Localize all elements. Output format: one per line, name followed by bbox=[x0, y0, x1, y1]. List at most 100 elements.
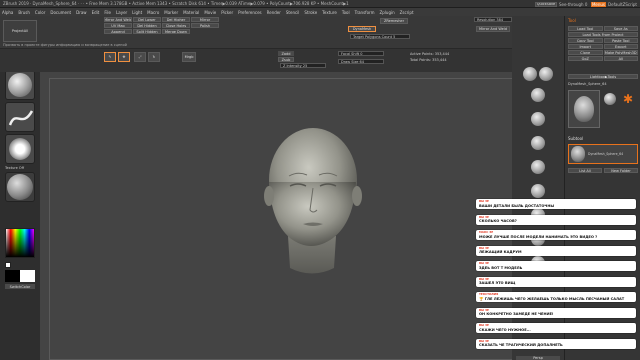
load-tool-button[interactable]: Load Tool bbox=[568, 26, 603, 31]
menu-brush[interactable]: Brush bbox=[18, 10, 30, 15]
aahalf-icon[interactable] bbox=[531, 160, 545, 174]
zoom-ball-icon[interactable] bbox=[539, 67, 553, 81]
chat-message: ВЫ ЗЕ ЗАШЕЛ ЭТО ВИЩ bbox=[476, 276, 636, 287]
menu-alpha[interactable]: Alpha bbox=[2, 10, 13, 15]
menu-color[interactable]: Color bbox=[35, 10, 45, 15]
goz-button[interactable]: GoZ bbox=[568, 56, 603, 61]
brush-thumbnail[interactable] bbox=[5, 70, 35, 100]
material-thumbnail[interactable] bbox=[5, 172, 35, 202]
switchcolor-button[interactable]: SwitchColor bbox=[5, 284, 35, 289]
alpha-thumbnail[interactable] bbox=[5, 134, 35, 164]
mirror-weld-button[interactable]: Mirror And Weld bbox=[104, 17, 132, 22]
move-button[interactable]: ✥ bbox=[118, 52, 130, 62]
menu-movie[interactable]: Movie bbox=[204, 10, 216, 15]
all-button[interactable]: All bbox=[603, 56, 638, 61]
menu-material[interactable]: Material bbox=[183, 10, 199, 15]
rotate-button[interactable]: ↻ bbox=[148, 52, 160, 62]
see-through-slider[interactable]: See-through 0 bbox=[559, 2, 589, 7]
head-model[interactable] bbox=[40, 72, 512, 360]
new-folder-button[interactable]: New Folder bbox=[604, 168, 638, 173]
chat-message: ВЫ ЗЕ ЗДЕЬ ВОТ Т МОДЕЛЬ bbox=[476, 261, 636, 272]
menu-stencil[interactable]: Stencil bbox=[286, 10, 300, 15]
tool-buttons: Load Tool Save As Load Tools From Projec… bbox=[568, 26, 638, 61]
zsub-button[interactable]: Zsub bbox=[278, 57, 294, 62]
mirror-and-weld-top-button[interactable]: Mirror And Weld bbox=[476, 26, 510, 32]
export-button[interactable]: Export bbox=[603, 44, 638, 49]
menu-zplugin[interactable]: Zplugin bbox=[380, 10, 395, 15]
menu-stroke[interactable]: Stroke bbox=[304, 10, 317, 15]
uvmap-button[interactable]: UV Map bbox=[104, 23, 132, 28]
right-shelf-icons bbox=[516, 88, 560, 270]
save-as-button[interactable]: Save As bbox=[603, 26, 638, 31]
menu-tool[interactable]: Tool bbox=[342, 10, 350, 15]
zoom-icon[interactable] bbox=[531, 112, 545, 126]
resolution-slider[interactable]: Resolution 384 bbox=[474, 17, 512, 22]
import-button[interactable]: Import bbox=[568, 44, 603, 49]
menu-preferences[interactable]: Preferences bbox=[238, 10, 262, 15]
canvas-viewport[interactable] bbox=[40, 72, 515, 360]
subtool-header[interactable]: Subtool bbox=[568, 136, 583, 141]
persp-button[interactable]: Persp bbox=[516, 356, 560, 360]
draw-button[interactable]: ✎ bbox=[104, 52, 116, 62]
standard-brush-icon bbox=[8, 73, 32, 97]
stroke-thumbnail[interactable] bbox=[5, 102, 35, 132]
menu-edit[interactable]: Edit bbox=[92, 10, 100, 15]
split-hidden-button[interactable]: Split Hidden bbox=[133, 29, 161, 34]
focal-shift-slider[interactable]: Focal Shift 0 bbox=[338, 51, 384, 56]
lightbox-tools-button[interactable]: Lightbox▶Tools bbox=[568, 74, 638, 79]
close-holes-button[interactable]: Close Holes bbox=[162, 23, 190, 28]
frame-icon[interactable] bbox=[531, 184, 545, 198]
menus-button[interactable]: Menus bbox=[590, 1, 607, 7]
append-button[interactable]: Append bbox=[104, 29, 132, 34]
draw-size-slider[interactable]: Draw Size 64 bbox=[338, 59, 384, 64]
menu-render[interactable]: Render bbox=[267, 10, 281, 15]
tool-thumbnail-sphere[interactable] bbox=[602, 90, 618, 108]
tool-thumbnail-head[interactable] bbox=[568, 90, 600, 128]
del-lower-button[interactable]: Del Lower bbox=[133, 17, 161, 22]
primary-color-swatch[interactable] bbox=[5, 270, 20, 282]
menu-draw[interactable]: Draw bbox=[76, 10, 86, 15]
menu-light[interactable]: Light bbox=[132, 10, 142, 15]
merge-down-button[interactable]: Merge Down bbox=[162, 29, 190, 34]
chat-message: ВЫ ЗЕ ОН КОНКРЕТНО ЗАМЕДЕ НЕ ЧЕНИЕ! bbox=[476, 307, 636, 318]
menu-layer[interactable]: Layer bbox=[116, 10, 127, 15]
zadd-button[interactable]: Zadd bbox=[278, 51, 294, 56]
paste-tool-button[interactable]: Paste Tool bbox=[603, 38, 638, 43]
menu-texture[interactable]: Texture bbox=[322, 10, 337, 15]
menu-marker[interactable]: Marker bbox=[164, 10, 178, 15]
secondary-color-swatch[interactable] bbox=[20, 270, 35, 282]
del-higher-button[interactable]: Del Higher bbox=[162, 17, 190, 22]
subtool-item[interactable]: DynaMesh_Sphere_64 bbox=[568, 144, 638, 164]
actual-icon[interactable] bbox=[531, 136, 545, 150]
color-picker[interactable] bbox=[5, 228, 35, 258]
menu-zscript[interactable]: Zscript bbox=[400, 10, 414, 15]
make-polymesh-button[interactable]: Make PolyMesh3D bbox=[603, 50, 638, 55]
target-polygons-slider[interactable]: Target Polygons Count 5 bbox=[350, 34, 410, 39]
default-script-label[interactable]: DefaultZScript bbox=[608, 2, 637, 7]
menu-file[interactable]: File bbox=[104, 10, 111, 15]
del-hidden-button[interactable]: Del Hidden bbox=[133, 23, 161, 28]
main-color-swatch[interactable] bbox=[5, 262, 11, 268]
copy-tool-button[interactable]: Copy Tool bbox=[568, 38, 603, 43]
load-tools-project-button[interactable]: Load Tools From Project bbox=[568, 32, 638, 37]
menu-picker[interactable]: Picker bbox=[221, 10, 233, 15]
chat-text: 🏆 ГЛЕ ЛЕЖИШЬ ЧЕГО ЖЕЛАЕШЬ ТОЛЬКО МЫСЛЬ П… bbox=[479, 296, 625, 301]
mirror-button[interactable]: Mirror bbox=[191, 17, 219, 22]
projectall-button[interactable]: ProjectAll bbox=[3, 20, 37, 42]
menu-macro[interactable]: Macro bbox=[147, 10, 159, 15]
dynamesh-button[interactable]: DynaMesh bbox=[348, 26, 376, 32]
tool-thumbnail-star[interactable]: ✱ bbox=[620, 90, 636, 108]
scale-button[interactable]: ⤢ bbox=[134, 52, 146, 62]
scroll-icon[interactable] bbox=[531, 88, 545, 102]
total-points-readout: Total Points: 353,444 bbox=[410, 58, 447, 62]
move-ball-icon[interactable] bbox=[523, 67, 537, 81]
menu-document[interactable]: Document bbox=[50, 10, 71, 15]
mrgb-button[interactable]: Mrgb bbox=[182, 52, 196, 62]
clone-button[interactable]: Clone bbox=[568, 50, 603, 55]
menu-transform[interactable]: Transform bbox=[355, 10, 375, 15]
z-intensity-slider[interactable]: Z Intensity 25 bbox=[280, 63, 326, 68]
polish-button[interactable]: Polish bbox=[191, 23, 219, 28]
zremesher-button[interactable]: ZRemesher bbox=[380, 18, 408, 24]
quicksave-button[interactable]: QuickSave bbox=[534, 1, 557, 7]
list-all-button[interactable]: List All bbox=[568, 168, 602, 173]
